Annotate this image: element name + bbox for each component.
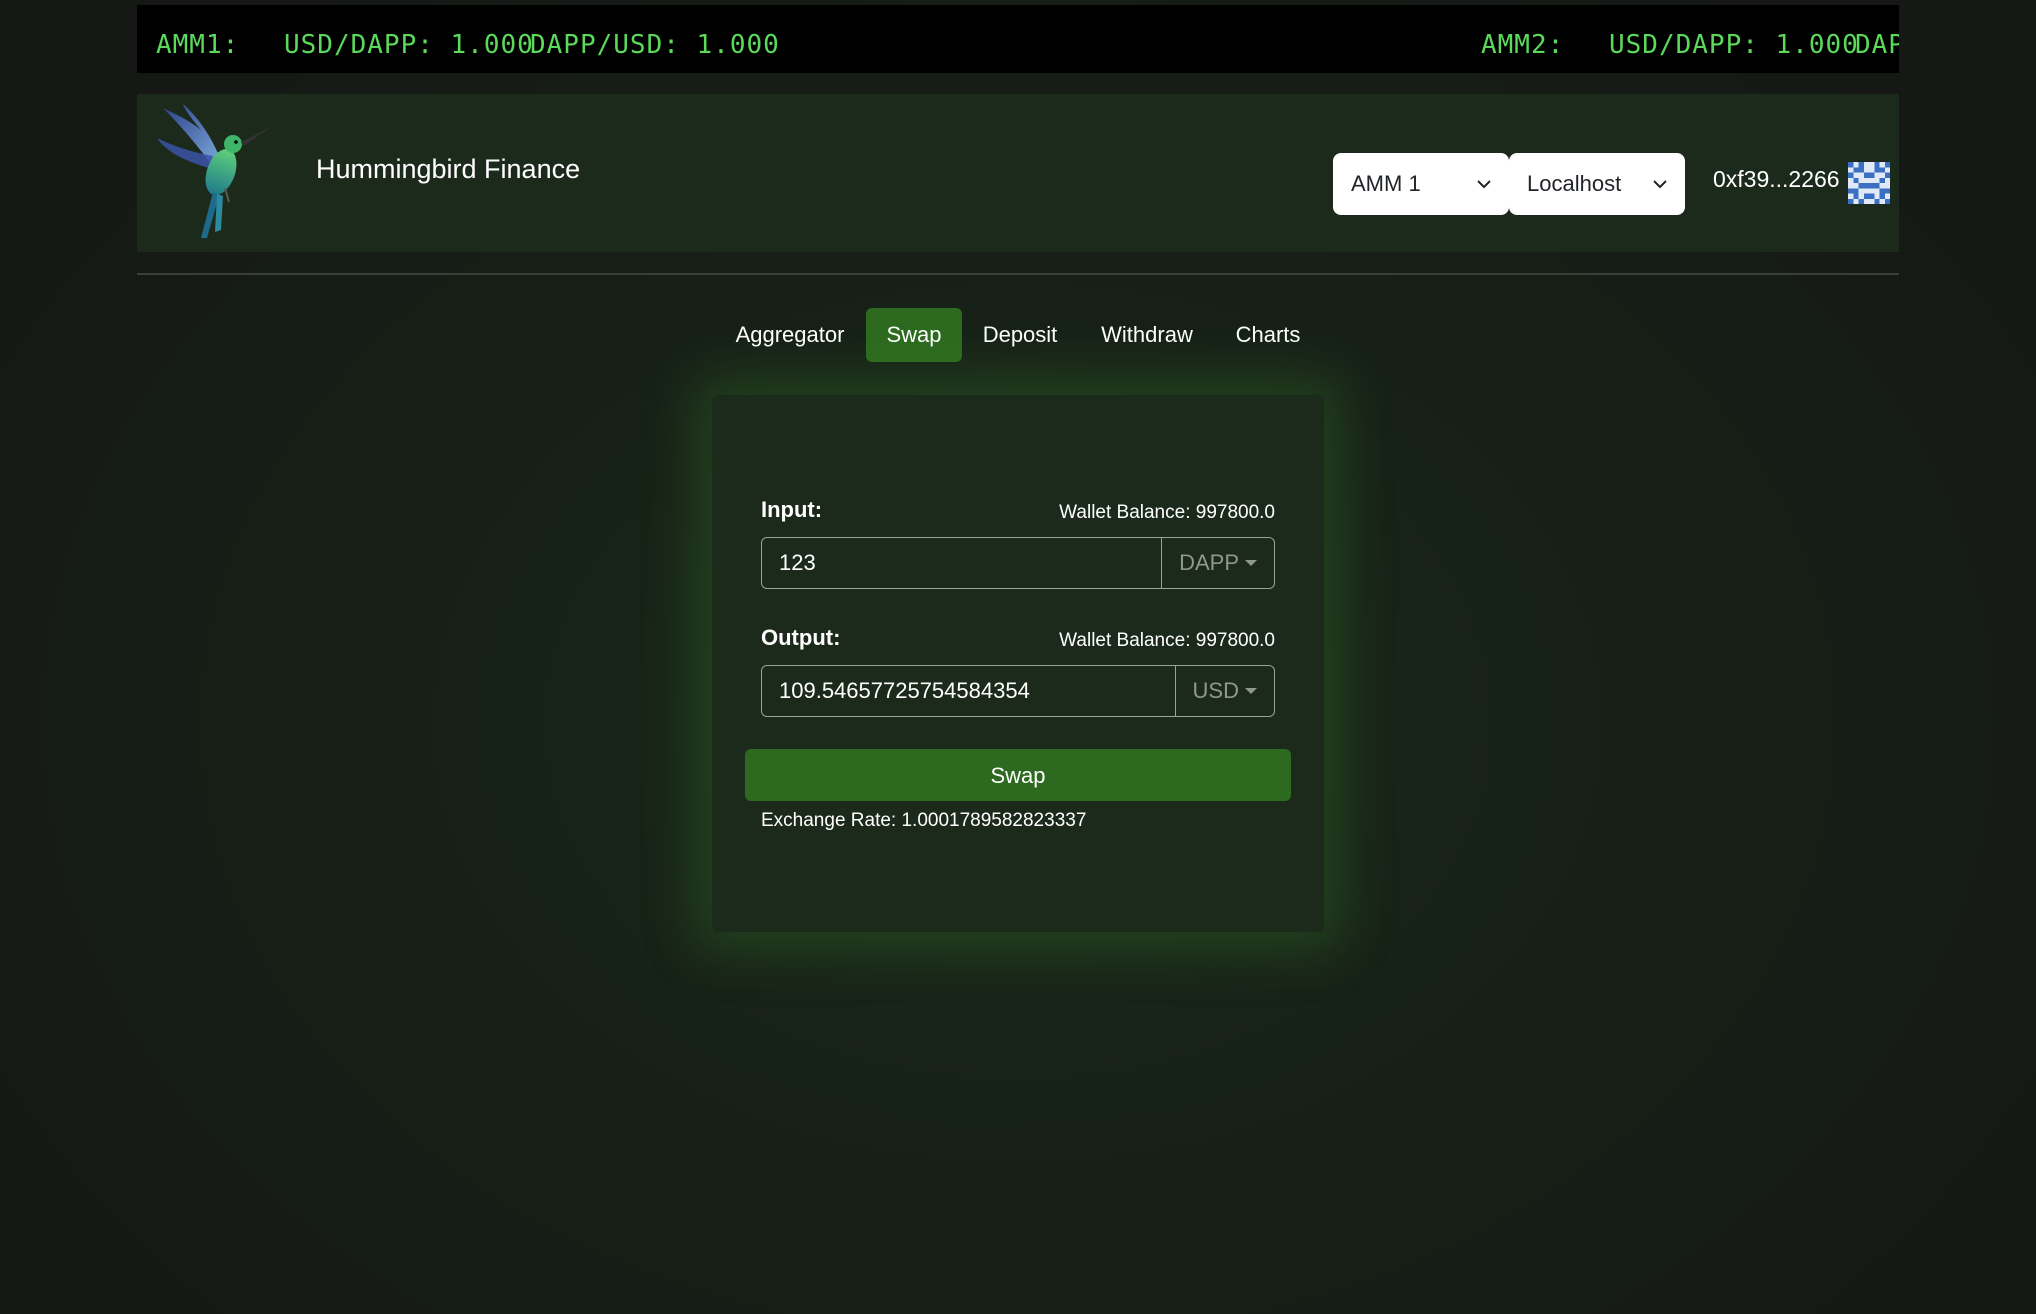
- account-identicon: [1848, 162, 1890, 204]
- input-amount-field[interactable]: [762, 538, 1162, 588]
- amm-select[interactable]: AMM 1: [1333, 153, 1509, 215]
- output-wallet-balance: Wallet Balance: 997800.0: [1059, 630, 1275, 651]
- account-address: 0xf39...2266: [1713, 166, 1840, 192]
- ticker-amm1-label: AMM1:: [156, 30, 240, 60]
- network-select-value: Localhost: [1527, 171, 1622, 196]
- input-label: Input:: [761, 497, 823, 522]
- brand-name: Hummingbird Finance: [316, 154, 581, 184]
- tab-aggregator[interactable]: Aggregator: [720, 308, 860, 362]
- ticker-amm1-dapp-usd: DAPP/USD: 1.000: [530, 30, 780, 60]
- input-token-label: DAPP: [1179, 550, 1239, 575]
- swap-button[interactable]: Swap: [745, 749, 1291, 801]
- price-ticker: AMM1: USD/DAPP: 1.000 DAPP/USD: 1.000 AM…: [137, 5, 1899, 73]
- chevron-down-icon: [1477, 180, 1491, 189]
- caret-down-icon: [1245, 560, 1257, 566]
- exchange-rate: Exchange Rate: 1.0001789582823337: [761, 810, 1087, 831]
- output-label: Output:: [761, 625, 841, 650]
- tab-charts[interactable]: Charts: [1222, 308, 1314, 362]
- ticker-amm2-label: AMM2:: [1481, 30, 1565, 60]
- tab-deposit[interactable]: Deposit: [970, 308, 1070, 362]
- input-group: DAPP: [761, 537, 1275, 589]
- output-amount-field[interactable]: [762, 666, 1175, 716]
- network-select[interactable]: Localhost: [1509, 153, 1685, 215]
- main-nav: Aggregator Swap Deposit Withdraw Charts: [0, 308, 2036, 362]
- amm-select-value: AMM 1: [1351, 171, 1421, 196]
- app-header: Hummingbird Finance AMM 1 Localhost 0xf3…: [137, 94, 1899, 252]
- caret-down-icon: [1245, 688, 1257, 694]
- output-group: USD: [761, 665, 1275, 717]
- hummingbird-logo: [157, 104, 273, 238]
- header-divider: [137, 273, 1899, 275]
- output-token-label: USD: [1192, 678, 1239, 703]
- ticker-amm2-dapp-usd: DAP: [1855, 30, 1899, 60]
- output-token-dropdown[interactable]: USD: [1174, 666, 1274, 716]
- tab-swap[interactable]: Swap: [866, 308, 962, 362]
- tab-withdraw[interactable]: Withdraw: [1090, 308, 1204, 362]
- ticker-amm2-usd-dapp: USD/DAPP: 1.000: [1609, 30, 1859, 60]
- input-token-dropdown[interactable]: DAPP: [1161, 538, 1274, 588]
- ticker-amm1-usd-dapp: USD/DAPP: 1.000: [284, 30, 534, 60]
- input-wallet-balance: Wallet Balance: 997800.0: [1059, 502, 1275, 523]
- swap-card: Input: Wallet Balance: 997800.0 DAPP Out…: [712, 395, 1324, 932]
- chevron-down-icon: [1653, 180, 1667, 189]
